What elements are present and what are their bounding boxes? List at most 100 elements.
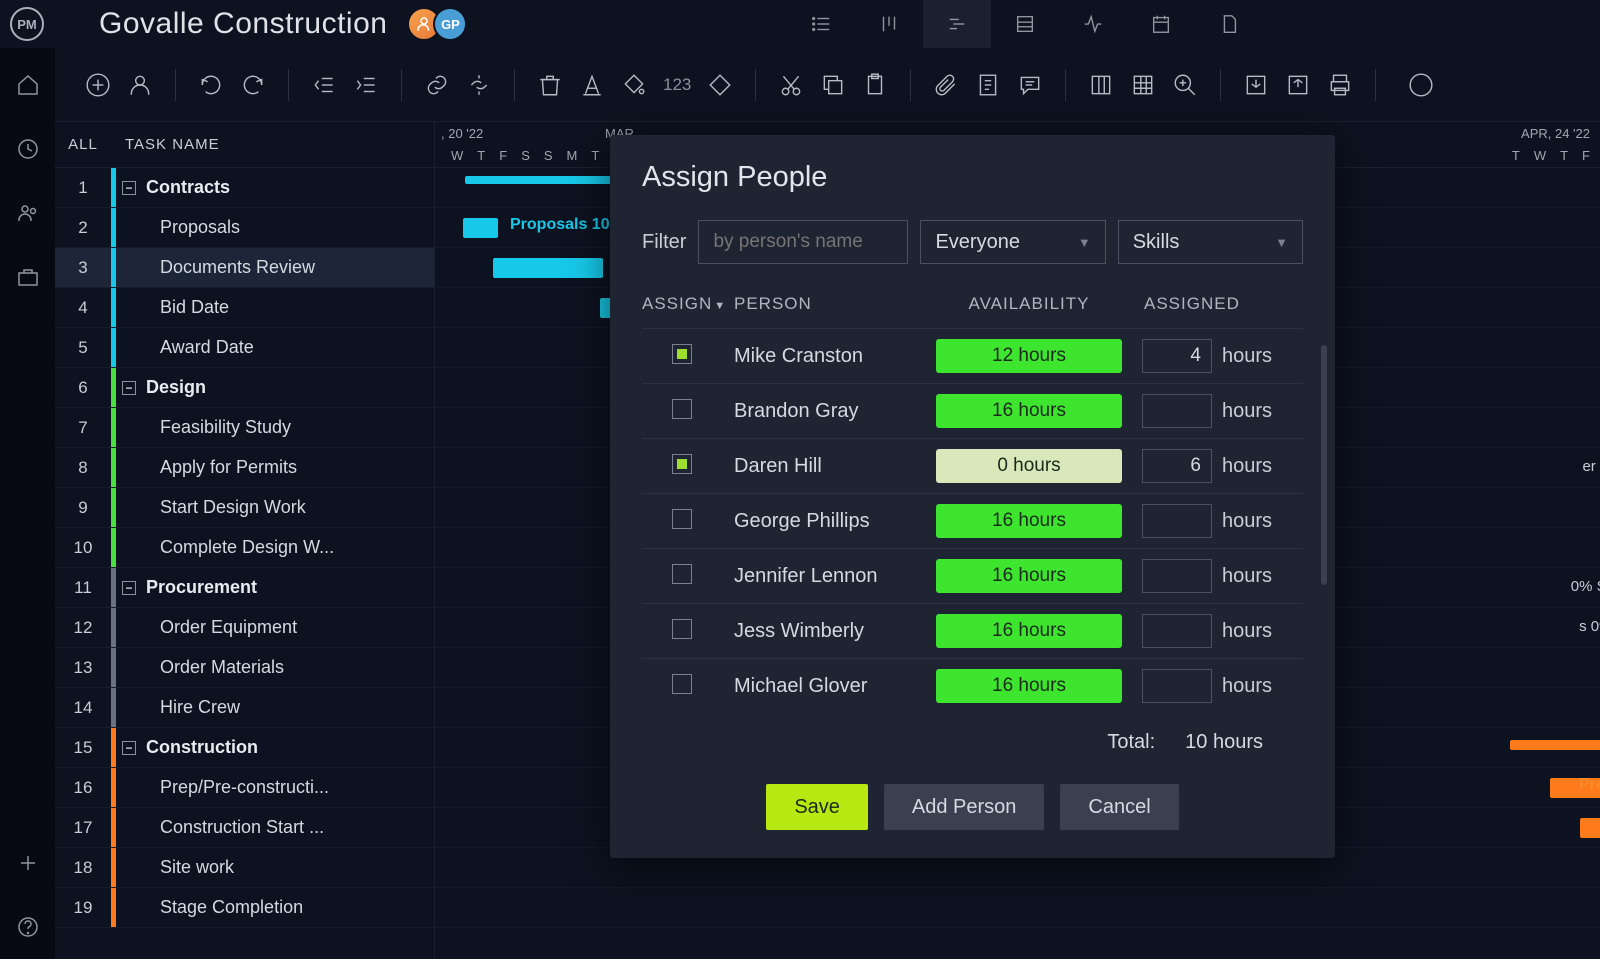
add-person-button[interactable]: Add Person — [884, 784, 1045, 830]
collapse-icon[interactable]: − — [122, 741, 136, 755]
task-row[interactable]: 1−Contracts — [55, 168, 434, 208]
cancel-button[interactable]: Cancel — [1060, 784, 1178, 830]
people-icon[interactable] — [16, 201, 40, 225]
assign-checkbox[interactable] — [672, 564, 692, 584]
zoom-icon[interactable] — [1172, 72, 1198, 98]
export-icon[interactable] — [1285, 72, 1311, 98]
row-number: 2 — [55, 218, 111, 238]
task-row[interactable]: 2Proposals — [55, 208, 434, 248]
avatar-stack[interactable]: GP — [415, 7, 467, 41]
hours-input[interactable] — [1142, 614, 1212, 648]
copy-icon[interactable] — [820, 72, 846, 98]
clock-icon[interactable] — [16, 137, 40, 161]
col-all[interactable]: ALL — [55, 136, 111, 153]
filter-input[interactable] — [698, 220, 908, 264]
task-row[interactable]: 8Apply for Permits — [55, 448, 434, 488]
save-button[interactable]: Save — [766, 784, 868, 830]
tab-activity[interactable] — [1059, 0, 1127, 48]
task-row[interactable]: 4Bid Date — [55, 288, 434, 328]
grid-icon[interactable] — [1130, 72, 1156, 98]
collapse-icon[interactable]: − — [122, 181, 136, 195]
project-title: Govalle Construction — [99, 7, 387, 41]
tab-sheet[interactable] — [991, 0, 1059, 48]
task-row[interactable]: 6−Design — [55, 368, 434, 408]
task-row[interactable]: 7Feasibility Study — [55, 408, 434, 448]
hours-input[interactable] — [1142, 394, 1212, 428]
hours-input[interactable] — [1142, 559, 1212, 593]
more-icon[interactable] — [1408, 72, 1434, 98]
task-row[interactable]: 18Site work — [55, 848, 434, 888]
paste-icon[interactable] — [862, 72, 888, 98]
task-row[interactable]: 12Order Equipment — [55, 608, 434, 648]
redo-icon[interactable] — [240, 72, 266, 98]
import-icon[interactable] — [1243, 72, 1269, 98]
tab-list[interactable] — [787, 0, 855, 48]
tab-board[interactable] — [855, 0, 923, 48]
th-person[interactable]: PERSON — [734, 294, 934, 314]
task-row[interactable]: 5Award Date — [55, 328, 434, 368]
text-style-icon[interactable] — [579, 72, 605, 98]
gantt-row[interactable] — [435, 888, 1600, 928]
col-task-name[interactable]: TASK NAME — [111, 136, 220, 153]
hours-input[interactable] — [1142, 449, 1212, 483]
assign-checkbox[interactable] — [672, 619, 692, 639]
columns-icon[interactable] — [1088, 72, 1114, 98]
task-row[interactable]: 10Complete Design W... — [55, 528, 434, 568]
task-row[interactable]: 3Documents Review — [55, 248, 434, 288]
filter-skills-select[interactable]: Skills ▼ — [1118, 220, 1303, 264]
tab-calendar[interactable] — [1127, 0, 1195, 48]
assign-checkbox[interactable] — [672, 399, 692, 419]
avatar-user2[interactable]: GP — [433, 7, 467, 41]
assign-checkbox[interactable] — [672, 344, 692, 364]
tab-gantt[interactable] — [923, 0, 991, 48]
app-logo[interactable]: PM — [10, 7, 44, 41]
hours-input[interactable] — [1142, 504, 1212, 538]
tab-files[interactable] — [1195, 0, 1263, 48]
briefcase-icon[interactable] — [16, 265, 40, 289]
task-row[interactable]: 16Prep/Pre-constructi... — [55, 768, 434, 808]
indent-icon[interactable] — [353, 72, 379, 98]
comment-icon[interactable] — [1017, 72, 1043, 98]
task-label: Hire Crew — [116, 697, 434, 718]
assign-checkbox[interactable] — [672, 454, 692, 474]
collapse-icon[interactable]: − — [122, 381, 136, 395]
gantt-bar[interactable] — [1510, 740, 1600, 750]
collapse-icon[interactable]: − — [122, 581, 136, 595]
trash-icon[interactable] — [537, 72, 563, 98]
task-row[interactable]: 11−Procurement — [55, 568, 434, 608]
task-row[interactable]: 14Hire Crew — [55, 688, 434, 728]
fill-icon[interactable] — [621, 72, 647, 98]
task-row[interactable]: 17Construction Start ... — [55, 808, 434, 848]
attachment-icon[interactable] — [933, 72, 959, 98]
help-icon[interactable] — [16, 915, 40, 939]
availability-pill: 16 hours — [936, 669, 1122, 703]
th-assign[interactable]: ASSIGN▼ — [642, 294, 734, 314]
unlink-icon[interactable] — [466, 72, 492, 98]
add-icon[interactable] — [16, 851, 40, 875]
link-icon[interactable] — [424, 72, 450, 98]
assign-checkbox[interactable] — [672, 674, 692, 694]
task-row[interactable]: 13Order Materials — [55, 648, 434, 688]
undo-icon[interactable] — [198, 72, 224, 98]
hours-input[interactable] — [1142, 339, 1212, 373]
add-circle-icon[interactable] — [85, 72, 111, 98]
assign-checkbox[interactable] — [672, 509, 692, 529]
gantt-bar[interactable] — [1580, 818, 1600, 838]
task-row[interactable]: 19Stage Completion — [55, 888, 434, 928]
gantt-bar[interactable] — [463, 218, 498, 238]
filter-everyone-select[interactable]: Everyone ▼ — [920, 220, 1105, 264]
print-icon[interactable] — [1327, 72, 1353, 98]
th-assigned[interactable]: ASSIGNED — [1124, 294, 1303, 314]
modal-scrollbar[interactable] — [1321, 345, 1327, 585]
task-row[interactable]: 9Start Design Work — [55, 488, 434, 528]
milestone-icon[interactable] — [707, 72, 733, 98]
hours-input[interactable] — [1142, 669, 1212, 703]
gantt-bar[interactable] — [493, 258, 603, 278]
person-icon[interactable] — [127, 72, 153, 98]
th-availability[interactable]: AVAILABILITY — [934, 294, 1124, 314]
home-icon[interactable] — [16, 73, 40, 97]
cut-icon[interactable] — [778, 72, 804, 98]
outdent-icon[interactable] — [311, 72, 337, 98]
task-row[interactable]: 15−Construction — [55, 728, 434, 768]
notes-icon[interactable] — [975, 72, 1001, 98]
